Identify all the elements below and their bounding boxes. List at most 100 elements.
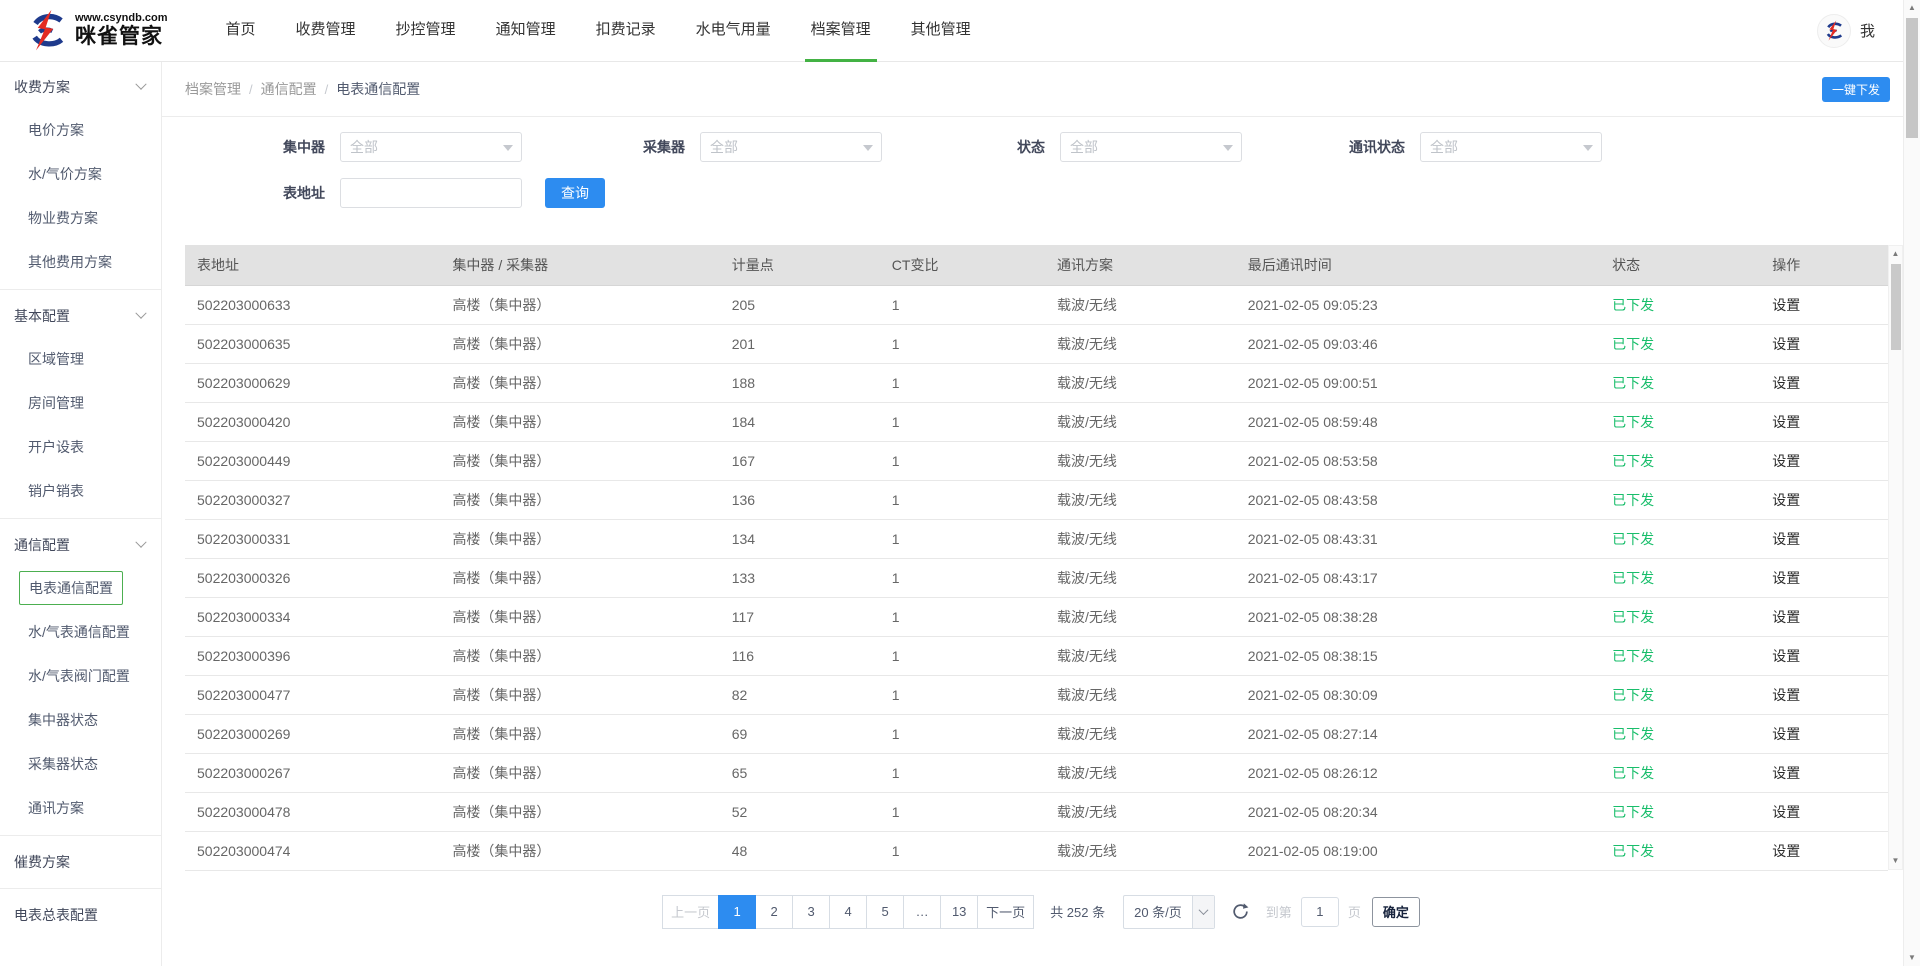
status-select-value: 全部 <box>1070 137 1098 157</box>
table-cell: 高楼（集中器） <box>440 597 719 636</box>
sidebar-item[interactable]: 电表通信配置 <box>0 566 161 610</box>
confirm-button[interactable]: 确定 <box>1372 897 1420 927</box>
sidebar-group-label: 基本配置 <box>14 306 70 326</box>
sidebar-item[interactable]: 开户设表 <box>0 425 161 469</box>
table-cell: 载波/无线 <box>1045 441 1236 480</box>
concentrator-select[interactable]: 全部 <box>340 132 522 162</box>
page-button[interactable]: 3 <box>792 895 830 929</box>
sidebar-item[interactable]: 水/气价方案 <box>0 152 161 196</box>
table-cell: 502203000449 <box>185 441 440 480</box>
settings-link[interactable]: 设置 <box>1760 792 1888 831</box>
dropdown-arrow-icon <box>1223 145 1233 151</box>
table-row: 502203000269高楼（集中器）691载波/无线2021-02-05 08… <box>185 714 1888 753</box>
nav-tab[interactable]: 其他管理 <box>905 0 977 62</box>
page-button[interactable]: 1 <box>718 895 756 929</box>
page-scrollbar[interactable]: ▲ ▼ <box>1903 0 1920 966</box>
table-cell: 高楼（集中器） <box>440 285 719 324</box>
settings-link[interactable]: 设置 <box>1760 363 1888 402</box>
search-button[interactable]: 查询 <box>545 178 605 208</box>
sidebar-item[interactable]: 集中器状态 <box>0 698 161 742</box>
table-cell: 1 <box>880 363 1045 402</box>
settings-link[interactable]: 设置 <box>1760 519 1888 558</box>
settings-link[interactable]: 设置 <box>1760 597 1888 636</box>
collector-select[interactable]: 全部 <box>700 132 882 162</box>
page-button[interactable]: 13 <box>940 895 978 929</box>
sidebar-item[interactable]: 区域管理 <box>0 337 161 381</box>
sidebar-item[interactable]: 采集器状态 <box>0 742 161 786</box>
nav-tab[interactable]: 扣费记录 <box>590 0 662 62</box>
page-button[interactable]: 4 <box>829 895 867 929</box>
sidebar-item[interactable]: 其他费用方案 <box>0 240 161 284</box>
goto-page-input[interactable] <box>1301 897 1339 927</box>
logo-lightning-icon <box>25 9 69 53</box>
nav-tab[interactable]: 档案管理 <box>805 0 877 62</box>
sidebar-group[interactable]: 通信配置 <box>0 524 161 566</box>
table-cell: 502203000477 <box>185 675 440 714</box>
table-cell: 2021-02-05 08:53:58 <box>1236 441 1600 480</box>
scrollbar-thumb[interactable] <box>1891 264 1901 350</box>
scroll-down-icon[interactable]: ▼ <box>1904 950 1920 966</box>
next-page-button[interactable]: 下一页 <box>977 895 1034 929</box>
dispatch-all-button[interactable]: 一键下发 <box>1822 77 1890 102</box>
breadcrumb-item[interactable]: 通信配置 <box>261 81 317 97</box>
scroll-up-icon[interactable]: ▲ <box>1904 0 1920 16</box>
table-cell: 502203000474 <box>185 831 440 870</box>
table-cell: 1 <box>880 636 1045 675</box>
nav-tab[interactable]: 水电气用量 <box>690 0 777 62</box>
scroll-up-icon[interactable]: ▲ <box>1889 246 1902 262</box>
table-row: 502203000635高楼（集中器）2011载波/无线2021-02-05 0… <box>185 324 1888 363</box>
nav-tab[interactable]: 收费管理 <box>290 0 362 62</box>
user-area[interactable]: 我 <box>1817 14 1875 48</box>
nav-tab[interactable]: 首页 <box>220 0 262 62</box>
sidebar-item[interactable]: 水/气表阀门配置 <box>0 654 161 698</box>
prev-page-button: 上一页 <box>662 895 719 929</box>
settings-link[interactable]: 设置 <box>1760 753 1888 792</box>
sidebar-group[interactable]: 基本配置 <box>0 295 161 337</box>
table-cell: 136 <box>720 480 880 519</box>
sidebar-item[interactable]: 水/气表通信配置 <box>0 610 161 654</box>
settings-link[interactable]: 设置 <box>1760 441 1888 480</box>
page-ellipsis: … <box>903 895 941 929</box>
settings-link[interactable]: 设置 <box>1760 636 1888 675</box>
sidebar-item[interactable]: 销户销表 <box>0 469 161 513</box>
table-scrollbar[interactable]: ▲ ▼ <box>1888 245 1903 870</box>
avatar[interactable] <box>1817 14 1851 48</box>
settings-link[interactable]: 设置 <box>1760 480 1888 519</box>
page-button[interactable]: 5 <box>866 895 904 929</box>
table-row: 502203000449高楼（集中器）1671载波/无线2021-02-05 0… <box>185 441 1888 480</box>
settings-link[interactable]: 设置 <box>1760 558 1888 597</box>
table-header-cell: 状态 <box>1600 245 1760 285</box>
settings-link[interactable]: 设置 <box>1760 285 1888 324</box>
meter-address-input[interactable] <box>340 178 522 208</box>
scrollbar-thumb[interactable] <box>1906 18 1918 138</box>
sidebar-item[interactable]: 电价方案 <box>0 108 161 152</box>
breadcrumb-item[interactable]: 档案管理 <box>185 81 241 97</box>
page-size-select[interactable]: 20 条/页 <box>1123 895 1215 929</box>
table-cell: 1 <box>880 597 1045 636</box>
table-cell: 1 <box>880 714 1045 753</box>
settings-link[interactable]: 设置 <box>1760 402 1888 441</box>
settings-link[interactable]: 设置 <box>1760 324 1888 363</box>
sidebar-item[interactable]: 物业费方案 <box>0 196 161 240</box>
nav-tab[interactable]: 通知管理 <box>490 0 562 62</box>
table-cell: 载波/无线 <box>1045 753 1236 792</box>
settings-link[interactable]: 设置 <box>1760 675 1888 714</box>
sidebar-group[interactable]: 收费方案 <box>0 66 161 108</box>
status-label: 状态 <box>882 137 1060 157</box>
comm-status-select[interactable]: 全部 <box>1420 132 1602 162</box>
table-cell: 502203000635 <box>185 324 440 363</box>
table-cell: 502203000396 <box>185 636 440 675</box>
refresh-icon[interactable] <box>1231 902 1250 921</box>
sidebar-item[interactable]: 通讯方案 <box>0 786 161 830</box>
scroll-down-icon[interactable]: ▼ <box>1889 853 1902 869</box>
table-cell: 载波/无线 <box>1045 792 1236 831</box>
settings-link[interactable]: 设置 <box>1760 714 1888 753</box>
page-button[interactable]: 2 <box>755 895 793 929</box>
sidebar-item[interactable]: 房间管理 <box>0 381 161 425</box>
nav-tab[interactable]: 抄控管理 <box>390 0 462 62</box>
settings-link[interactable]: 设置 <box>1760 831 1888 870</box>
status-select[interactable]: 全部 <box>1060 132 1242 162</box>
sidebar-group[interactable]: 催费方案 <box>0 841 161 883</box>
sidebar-group[interactable]: 电表总表配置 <box>0 894 161 936</box>
table-cell: 载波/无线 <box>1045 519 1236 558</box>
